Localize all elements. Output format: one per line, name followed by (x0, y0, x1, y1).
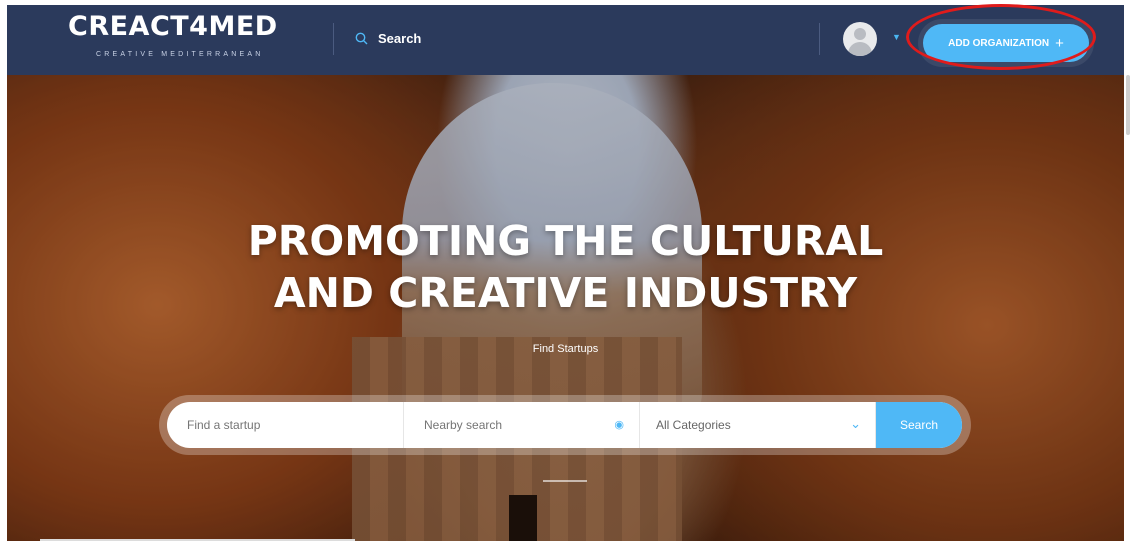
chevron-down-icon: ⌄ (850, 416, 861, 431)
header-search[interactable]: Search (355, 31, 421, 46)
avatar[interactable] (843, 22, 877, 56)
logo[interactable]: CREACT4MED CREATIVE MEDITERRANEAN (68, 11, 288, 67)
logo-tagline: CREATIVE MEDITERRANEAN (96, 51, 264, 58)
page: CREACT4MED CREATIVE MEDITERRANEAN Search… (0, 0, 1132, 543)
red-highlight-circle (906, 4, 1096, 70)
divider (819, 23, 820, 55)
startup-field-wrap (167, 402, 404, 448)
user-menu-caret-icon[interactable]: ▼ (892, 32, 901, 42)
hero-title-line2: AND CREATIVE INDUSTRY (273, 269, 858, 317)
search-icon (355, 32, 368, 45)
slider-indicator[interactable] (543, 480, 587, 482)
hero: PROMOTING THE CULTURAL AND CREATIVE INDU… (7, 75, 1124, 541)
startup-search-form: ◉ All Categories ⌄ Search (159, 395, 971, 455)
header-search-label: Search (378, 31, 422, 46)
nearby-field-wrap: ◉ (404, 402, 640, 448)
category-select[interactable]: All Categories ⌄ (640, 402, 876, 448)
horizontal-scrollbar[interactable] (40, 539, 355, 541)
search-submit-button[interactable]: Search (876, 402, 962, 448)
hero-subtitle: Find Startups (532, 343, 599, 355)
divider (333, 23, 334, 55)
hero-title-line1: PROMOTING THE CULTURAL (247, 217, 884, 265)
scrollbar[interactable] (1126, 75, 1130, 135)
category-select-value: All Categories (656, 418, 731, 432)
logo-text: CREACT4MED (68, 11, 278, 42)
nearby-search-input[interactable] (422, 417, 606, 433)
startup-search-input[interactable] (185, 417, 399, 433)
hero-title: PROMOTING THE CULTURAL AND CREATIVE INDU… (7, 215, 1124, 319)
locate-target-icon[interactable]: ◉ (614, 418, 624, 431)
